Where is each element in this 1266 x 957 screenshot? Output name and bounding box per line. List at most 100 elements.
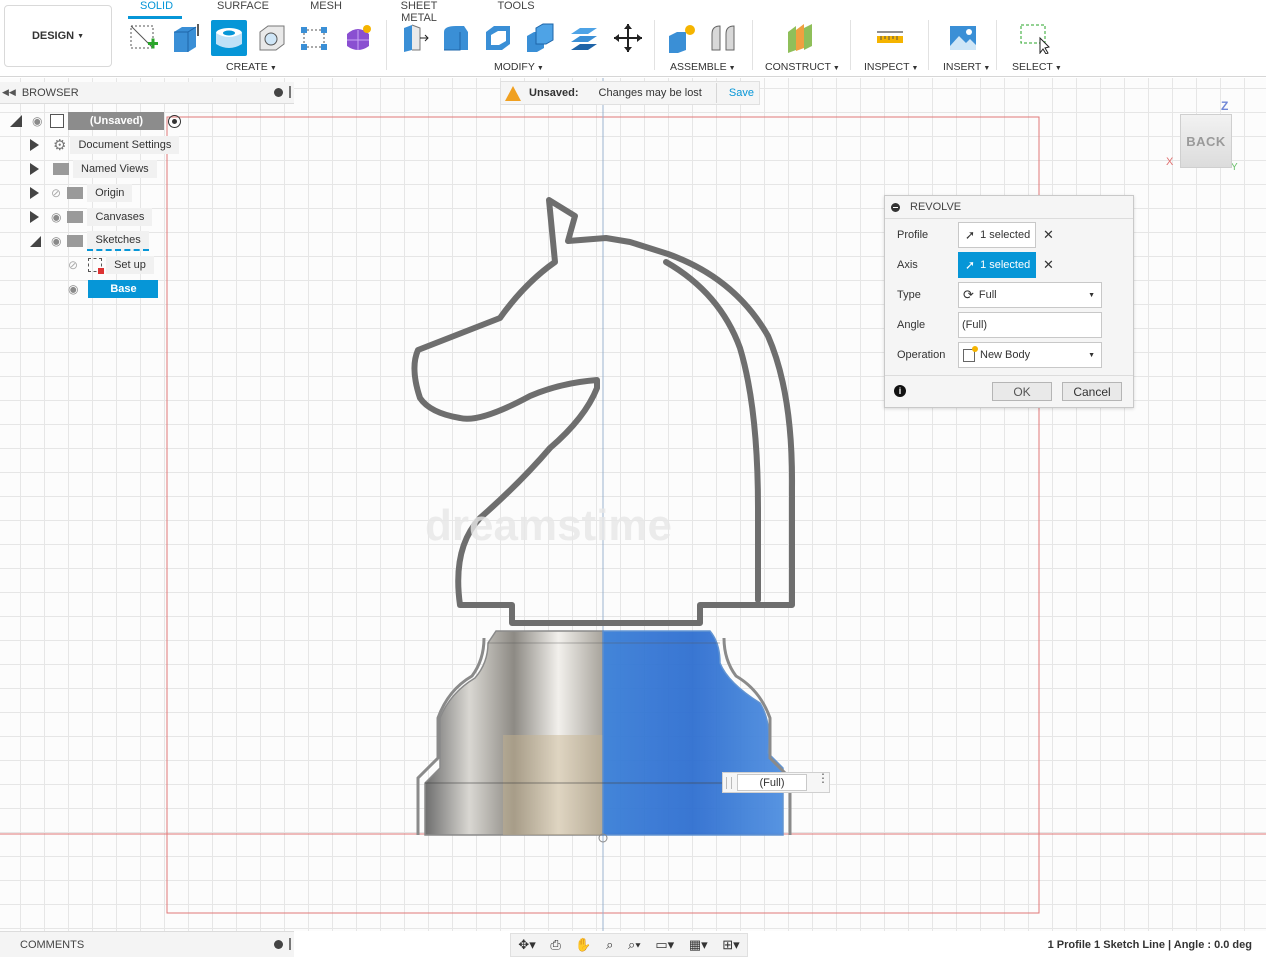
create-menu[interactable]: CREATE ▼ — [226, 61, 277, 73]
revolve-icon[interactable] — [211, 20, 247, 56]
expand-triangle-icon[interactable] — [30, 139, 39, 151]
eye-icon[interactable]: ◉ — [32, 114, 42, 128]
unsaved-banner: Unsaved: Changes may be lost Save — [500, 81, 760, 105]
modify-menu[interactable]: MODIFY ▼ — [494, 61, 544, 73]
tree-item-canvases[interactable]: ◉ Canvases — [30, 206, 153, 228]
chevron-down-icon: ▼ — [728, 65, 736, 72]
panel-pin-icon[interactable] — [289, 86, 291, 98]
knight-mane-sketch-line — [663, 259, 761, 603]
collapse-triangle-icon[interactable] — [30, 235, 41, 247]
create-sketch-icon[interactable] — [126, 20, 162, 56]
clear-axis-icon[interactable]: ✕ — [1043, 257, 1054, 273]
expand-triangle-icon[interactable] — [30, 187, 39, 199]
tree-item-base-sketch[interactable]: ◉ Base — [68, 278, 159, 300]
eye-icon[interactable]: ◉ — [68, 282, 78, 296]
axis-selection-value: 1 selected — [980, 259, 1031, 271]
axis-row: Axis ➚ 1 selected ✕ — [885, 252, 1135, 278]
browser-options-icon[interactable] — [274, 88, 283, 97]
pattern-icon[interactable] — [296, 20, 332, 56]
cancel-button[interactable]: Cancel — [1062, 382, 1122, 401]
add-comment-icon[interactable] — [274, 940, 283, 949]
collapse-panel-icon[interactable]: ◀◀ — [2, 87, 16, 98]
chevron-down-icon: ▼ — [1054, 65, 1062, 72]
chevron-down-icon: ▼ — [77, 32, 85, 40]
collapse-triangle-icon[interactable] — [10, 115, 22, 127]
profile-selection-button[interactable]: ➚ 1 selected — [958, 222, 1036, 248]
tab-tools[interactable]: TOOLS — [496, 0, 536, 14]
axis-selection-button[interactable]: ➚ 1 selected — [958, 252, 1036, 278]
expand-triangle-icon[interactable] — [30, 163, 39, 175]
inspect-menu[interactable]: INSPECT ▼ — [864, 61, 918, 73]
fillet-icon[interactable] — [438, 20, 474, 56]
component-icon — [50, 114, 65, 128]
tree-item-sketches[interactable]: ◉ Sketches — [30, 230, 149, 252]
tree-item-named-views[interactable]: Named Views — [30, 158, 157, 180]
workspace-switcher-button[interactable]: DESIGN ▼ — [4, 5, 112, 67]
move-icon[interactable] — [610, 20, 646, 56]
extrude-icon[interactable] — [168, 20, 204, 56]
tree-item-document-settings[interactable]: ⚙ Document Settings — [30, 134, 180, 156]
panel-pin-icon[interactable] — [289, 938, 291, 950]
clear-profile-icon[interactable]: ✕ — [1043, 227, 1054, 243]
tree-root[interactable]: ◉ (Unsaved) — [10, 110, 182, 132]
expand-triangle-icon[interactable] — [30, 211, 39, 223]
new-component-icon[interactable] — [664, 20, 700, 56]
comments-panel: COMMENTS — [0, 931, 294, 957]
tab-solid[interactable]: SOLID — [140, 0, 173, 14]
tab-surface[interactable]: SURFACE — [216, 0, 270, 14]
look-at-icon[interactable]: ⎙ — [550, 937, 560, 953]
combine-icon[interactable] — [522, 20, 558, 56]
offset-face-icon[interactable] — [566, 20, 602, 56]
eye-icon[interactable]: ◉ — [51, 234, 61, 248]
toolbar-divider — [752, 20, 753, 70]
create-form-icon[interactable] — [340, 20, 376, 56]
pan-icon[interactable]: ✋ — [575, 937, 591, 953]
select-menu[interactable]: SELECT ▼ — [1012, 61, 1062, 73]
profile-row: Profile ➚ 1 selected ✕ — [885, 222, 1135, 248]
collapse-dialog-icon[interactable] — [891, 202, 900, 212]
active-target-icon[interactable] — [168, 114, 182, 128]
tab-sheet-metal[interactable]: SHEET METAL — [382, 0, 456, 24]
insert-menu-label: INSERT — [943, 61, 982, 73]
type-dropdown[interactable]: ⟳ Full ▼ — [958, 282, 1102, 308]
angle-manipulator-popup: (Full) ⋮ — [722, 772, 830, 793]
grid-settings-icon[interactable]: ▦▾ — [689, 937, 708, 953]
drag-handle[interactable] — [726, 777, 732, 789]
display-settings-icon[interactable]: ▭▾ — [655, 937, 674, 953]
press-pull-icon[interactable] — [396, 20, 432, 56]
eye-hidden-icon[interactable]: ⊘ — [51, 186, 61, 200]
operation-dropdown[interactable]: New Body ▼ — [958, 342, 1102, 368]
dialog-header[interactable]: REVOLVE — [885, 196, 1133, 219]
tree-item-origin[interactable]: ⊘ Origin — [30, 182, 133, 204]
eye-hidden-icon[interactable]: ⊘ — [68, 258, 78, 272]
measure-icon[interactable] — [872, 20, 908, 56]
offset-plane-icon[interactable] — [782, 20, 818, 56]
workspace-label: DESIGN — [31, 30, 75, 42]
ok-button[interactable]: OK — [992, 382, 1052, 401]
inspect-menu-label: INSPECT — [864, 61, 910, 73]
fit-icon[interactable]: ⌕▾ — [628, 937, 641, 953]
orbit-icon[interactable]: ✥▾ — [518, 937, 535, 953]
construct-menu[interactable]: CONSTRUCT ▼ — [765, 61, 840, 73]
viewports-icon[interactable]: ⊞▾ — [722, 937, 739, 953]
save-link[interactable]: Save — [729, 87, 754, 99]
window-select-icon[interactable] — [1016, 20, 1052, 56]
chevron-down-icon: ▼ — [269, 65, 277, 72]
viewcube[interactable]: BACK — [1180, 114, 1232, 168]
insert-menu[interactable]: INSERT ▼ — [943, 61, 990, 73]
zoom-icon[interactable]: ⌕ — [606, 937, 613, 953]
angle-popup-input[interactable]: (Full) — [737, 774, 807, 791]
insert-image-icon[interactable] — [945, 20, 981, 56]
info-icon[interactable]: i — [894, 385, 906, 397]
tree-item-setup-sketch[interactable]: ⊘ Set up — [68, 254, 154, 276]
more-options-icon[interactable]: ⋮ — [817, 772, 829, 784]
chevron-down-icon: ▼ — [983, 65, 991, 72]
joint-icon[interactable] — [706, 20, 742, 56]
assemble-menu[interactable]: ASSEMBLE ▼ — [670, 61, 736, 73]
chevron-down-icon: ▼ — [1088, 351, 1095, 359]
shell-icon[interactable] — [480, 20, 516, 56]
eye-icon[interactable]: ◉ — [51, 210, 61, 224]
hole-icon[interactable] — [254, 20, 290, 56]
angle-input[interactable] — [958, 312, 1102, 338]
tab-mesh[interactable]: MESH — [310, 0, 342, 14]
